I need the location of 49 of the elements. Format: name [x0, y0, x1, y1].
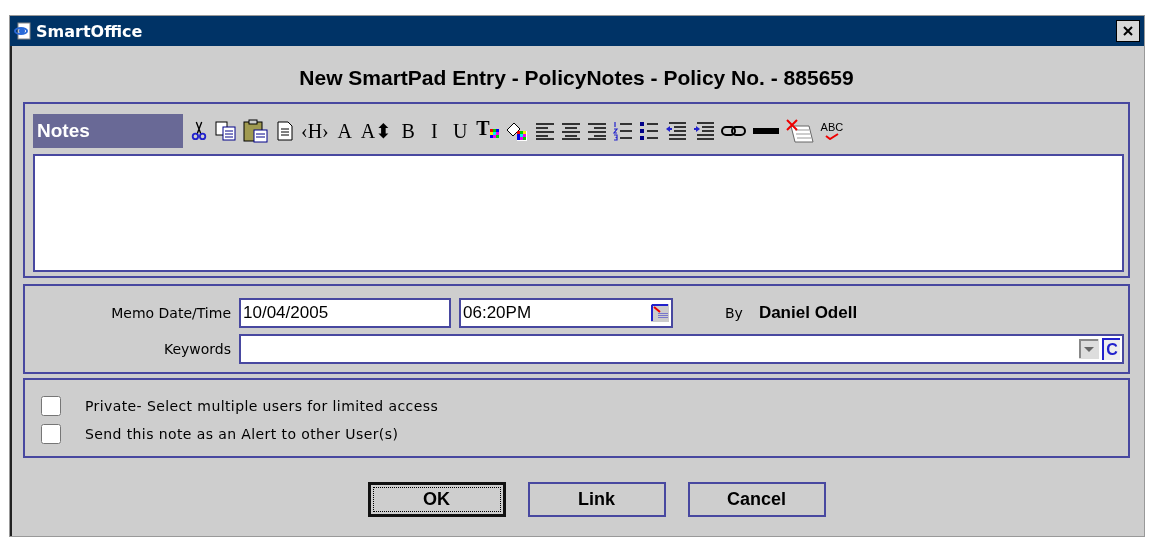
- dialog-button[interactable]: Cancel: [687, 482, 826, 517]
- toolbar-button[interactable]: [243, 117, 269, 145]
- close-button[interactable]: [1116, 20, 1140, 42]
- align-center-icon: [560, 122, 581, 140]
- dialog-button[interactable]: Link: [527, 482, 666, 517]
- by-label: By: [725, 305, 743, 321]
- browser-page-icon: [14, 22, 32, 40]
- align-right-icon: [586, 122, 607, 140]
- checkbox-label: Private- Select multiple users for limited access: [85, 398, 439, 414]
- copy-icon: [215, 121, 237, 141]
- dropdown-arrow-icon[interactable]: [1079, 339, 1099, 359]
- clear-keywords-button[interactable]: C: [1102, 338, 1120, 360]
- outdent-icon: [664, 121, 687, 141]
- color-grid-icon: [489, 129, 499, 138]
- chain-link-icon: [720, 124, 747, 138]
- dialog-heading: New SmartPad Entry - PolicyNotes - Policy No. - 885659: [298, 65, 855, 91]
- time-field[interactable]: 06:20PM: [459, 298, 673, 328]
- align-left-icon: [534, 122, 555, 140]
- eraser-page-icon: [784, 118, 815, 144]
- memo-date-label: Memo Date/Time: [110, 305, 231, 321]
- notes-label: Notes: [33, 114, 183, 148]
- author-name: Daniel Odell: [758, 303, 858, 323]
- numbered-list-icon: [612, 121, 633, 141]
- checkbox[interactable]: [41, 424, 61, 444]
- format-button[interactable]: A: [334, 117, 355, 145]
- format-button[interactable]: U: [450, 117, 471, 145]
- checkbox-label: Send this note as an Alert to other User(s): [85, 426, 399, 442]
- checkbox[interactable]: [41, 396, 61, 416]
- calendar-icon[interactable]: [651, 304, 669, 322]
- notes-editor[interactable]: [33, 154, 1124, 272]
- format-button[interactable]: I: [424, 117, 445, 145]
- indent-icon: [692, 121, 715, 141]
- keywords-label: Keywords: [162, 341, 231, 357]
- document-icon: [277, 121, 293, 141]
- text-color-button[interactable]: T: [476, 117, 499, 145]
- keywords-field[interactable]: C: [239, 334, 1124, 364]
- checkmark-icon: [824, 133, 839, 140]
- date-field[interactable]: 10/04/2005: [239, 298, 451, 328]
- clipboard-icon: [243, 119, 269, 143]
- paint-bucket-icon: [504, 120, 529, 142]
- close-icon: [1122, 25, 1134, 37]
- bullet-list-icon: [638, 121, 659, 141]
- spell-check-button[interactable]: ABC: [820, 117, 844, 145]
- format-button[interactable]: B: [398, 117, 419, 145]
- window-title: SmartOffice: [36, 21, 143, 41]
- dialog-button[interactable]: OK: [367, 482, 506, 517]
- format-button[interactable]: A⬍: [360, 117, 393, 145]
- format-button[interactable]: ‹H›: [301, 117, 329, 145]
- scissors-icon: [190, 120, 208, 142]
